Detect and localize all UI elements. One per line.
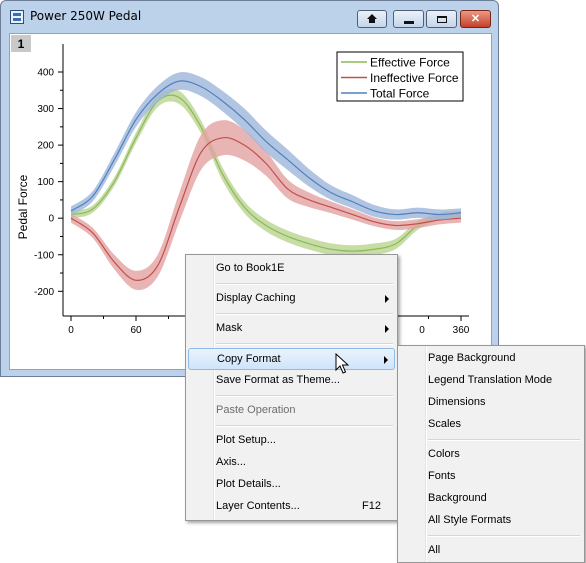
menu-item-label: Display Caching (216, 292, 296, 304)
menu-item-label: Go to Book1E (216, 262, 285, 274)
submenu-item-page-background[interactable]: Page Background (400, 348, 582, 370)
submenu-arrow-icon (385, 325, 389, 333)
menu-item-plot-setup[interactable]: Plot Setup... (188, 430, 395, 452)
copy-format-submenu: Page Background Legend Translation Mode … (397, 345, 585, 563)
home-icon (367, 13, 377, 23)
x-tick-label: 360 (453, 325, 470, 336)
y-tick-label: 100 (37, 177, 54, 188)
menu-item-label: Axis... (216, 456, 246, 468)
menu-item-label: Layer Contents... (216, 500, 300, 512)
title-bar[interactable]: Power 250W Pedal ✕ (1, 1, 498, 32)
arrow-cursor-icon (335, 353, 349, 374)
context-menu: Go to Book1E Display Caching Mask Copy F… (185, 254, 398, 521)
x-tick-label: 60 (130, 325, 142, 336)
window-title: Power 250W Pedal (30, 9, 142, 23)
menu-item-paste-operation: Paste Operation (188, 400, 395, 422)
submenu-item-legend-translation-mode[interactable]: Legend Translation Mode (400, 370, 582, 392)
submenu-arrow-icon (384, 356, 388, 364)
submenu-item-background[interactable]: Background (400, 488, 582, 510)
y-tick-label: 200 (37, 141, 54, 152)
maximize-button[interactable] (426, 10, 457, 28)
menu-separator (216, 395, 393, 397)
y-tick-label: 400 (37, 68, 54, 79)
submenu-item-fonts[interactable]: Fonts (400, 466, 582, 488)
y-tick-label: -200 (34, 287, 54, 298)
submenu-item-scales[interactable]: Scales (400, 414, 582, 436)
graph-window-icon[interactable] (10, 10, 24, 24)
menu-item-mask[interactable]: Mask (188, 318, 395, 340)
menu-item-label: Plot Details... (216, 478, 281, 490)
x-tick-label: 0 (419, 325, 425, 336)
close-button[interactable]: ✕ (460, 10, 491, 28)
submenu-item-colors[interactable]: Colors (400, 444, 582, 466)
submenu-item-all-style-formats[interactable]: All Style Formats (400, 510, 582, 532)
menu-separator (428, 535, 580, 537)
menu-item-save-format-as-theme[interactable]: Save Format as Theme... (188, 370, 395, 392)
menu-item-label: Copy Format (217, 353, 281, 365)
menu-item-shortcut: F12 (362, 500, 381, 512)
submenu-item-all[interactable]: All (400, 540, 582, 562)
menu-item-label: Plot Setup... (216, 434, 276, 446)
legend-label-3[interactable]: Total Force (370, 87, 430, 101)
minimize-icon (403, 20, 414, 24)
menu-item-label: Background (428, 492, 487, 504)
menu-item-axis[interactable]: Axis... (188, 452, 395, 474)
menu-separator (216, 343, 393, 345)
x-tick-label: 0 (68, 325, 74, 336)
submenu-arrow-icon (385, 295, 389, 303)
menu-item-display-caching[interactable]: Display Caching (188, 288, 395, 310)
menu-item-label: Mask (216, 322, 243, 334)
close-icon: ✕ (470, 12, 481, 25)
menu-item-go-to-book[interactable]: Go to Book1E (188, 258, 395, 280)
menu-item-label: Colors (428, 448, 460, 460)
menu-item-label: Paste Operation (216, 404, 296, 416)
y-tick-label: -100 (34, 250, 54, 261)
menu-item-label: Page Background (428, 352, 516, 364)
menu-separator (428, 439, 580, 441)
menu-item-label: Fonts (428, 470, 456, 482)
legend-label-1[interactable]: Effective Force (370, 56, 450, 70)
minimize-button[interactable] (393, 10, 424, 28)
y-tick-label: 0 (48, 214, 54, 225)
maximize-icon (436, 15, 447, 23)
menu-item-copy-format[interactable]: Copy Format (188, 348, 395, 370)
menu-item-layer-contents[interactable]: Layer Contents... F12 (188, 496, 395, 518)
menu-item-label: Legend Translation Mode (428, 374, 553, 386)
menu-item-label: All (428, 544, 441, 556)
home-button[interactable] (357, 10, 387, 28)
menu-item-label: Save Format as Theme... (216, 374, 340, 386)
menu-item-label: Scales (428, 418, 462, 430)
menu-separator (216, 283, 393, 285)
submenu-item-dimensions[interactable]: Dimensions (400, 392, 582, 414)
legend-label-2[interactable]: Ineffective Force (370, 71, 459, 85)
menu-separator (216, 313, 393, 315)
menu-separator (216, 425, 393, 427)
y-tick-label: 300 (37, 104, 54, 115)
menu-item-label: Dimensions (428, 396, 486, 408)
menu-item-plot-details[interactable]: Plot Details... (188, 474, 395, 496)
menu-item-label: All Style Formats (428, 514, 512, 526)
